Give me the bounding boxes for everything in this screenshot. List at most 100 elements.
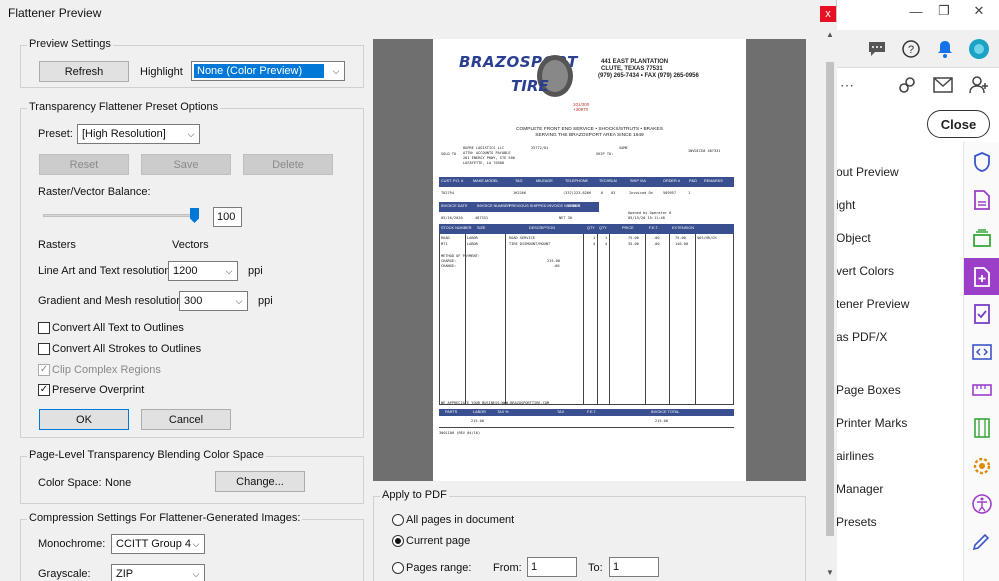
- tool-item[interactable]: ight: [836, 183, 966, 216]
- chevron-down-icon: ⌵: [235, 295, 243, 306]
- edit-pen-icon[interactable]: [970, 530, 994, 554]
- preset-select[interactable]: [High Resolution] ⌵: [77, 124, 200, 144]
- preset-options-legend: Transparency Flattener Preset Options: [27, 101, 221, 113]
- tool-item[interactable]: tener Preview: [836, 282, 966, 315]
- column-header: TAX %: [497, 410, 509, 414]
- item-cell: ROAD SERVICE: [509, 236, 535, 240]
- lineart-resolution-select[interactable]: 1200 ⌵: [168, 261, 238, 281]
- scrollbar-thumb[interactable]: [826, 62, 834, 536]
- column-header: INVOICE DATE: [441, 204, 468, 208]
- change-amount: .00: [553, 264, 560, 268]
- help-icon[interactable]: ?: [900, 38, 922, 60]
- to-page-input[interactable]: 1: [609, 557, 659, 577]
- ship-to-label: SHIP TO:: [596, 152, 614, 156]
- add-user-icon[interactable]: [968, 74, 990, 96]
- create-pdf-icon[interactable]: [970, 188, 994, 212]
- tool-item[interactable]: Presets: [836, 500, 966, 533]
- item-cell: TIRE DISMOUNT/MOUNT: [509, 242, 551, 246]
- sold-to-line: DUPRE LOGISTICS LLC: [463, 146, 505, 150]
- from-page-value: 1: [531, 561, 538, 573]
- refresh-button[interactable]: Refresh: [39, 61, 129, 82]
- close-tool-button[interactable]: Close: [927, 110, 990, 138]
- column-header: TERMS: [567, 204, 581, 208]
- tagline: COMPLETE FRONT END SERVICE • SHOCKS/STRU…: [516, 127, 663, 132]
- current-page-radio[interactable]: [392, 535, 404, 547]
- operator-note: Opened by Operator 6: [628, 211, 672, 215]
- tool-item[interactable]: as PDF/X: [836, 315, 966, 348]
- scroll-up-icon[interactable]: ▲: [823, 27, 837, 41]
- header-columns-bar: CUST. P.O. # MAKE-MODEL TAG MILEAGE TELE…: [439, 177, 734, 187]
- row-cell: 6: [601, 191, 604, 195]
- film-icon[interactable]: [970, 416, 994, 440]
- delete-preset-button[interactable]: Delete: [243, 154, 333, 175]
- protect-shield-icon[interactable]: [970, 150, 994, 174]
- measure-icon[interactable]: [970, 378, 994, 402]
- clip-complex-checkbox[interactable]: ✓: [38, 364, 50, 376]
- tool-item[interactable]: Page Boxes: [836, 368, 966, 401]
- dialog-close-icon[interactable]: x: [820, 6, 836, 22]
- table-rule: [645, 234, 646, 404]
- tool-item[interactable]: Printer Marks: [836, 401, 966, 434]
- save-preset-button[interactable]: Save: [141, 154, 231, 175]
- item-cell: 1: [593, 236, 596, 240]
- scroll-down-icon[interactable]: ▼: [823, 565, 837, 579]
- tool-item[interactable]: Object: [836, 216, 966, 249]
- restore-icon[interactable]: ❐: [924, 0, 964, 22]
- column-header: MAKE-MODEL: [473, 179, 499, 183]
- convert-strokes-checkbox[interactable]: [38, 343, 50, 355]
- window-close-icon[interactable]: ✕: [959, 0, 999, 22]
- highlight-select[interactable]: None (Color Preview) ⌵: [191, 61, 345, 81]
- dialog-scrollbar[interactable]: ▲ ▼: [823, 22, 837, 581]
- fill-sign-icon[interactable]: [970, 302, 994, 326]
- row-cell: 1: [688, 191, 691, 195]
- from-page-input[interactable]: 1: [527, 557, 577, 577]
- address-line: CLUTE, TEXAS 77531: [601, 66, 663, 72]
- convert-text-checkbox[interactable]: [38, 322, 50, 334]
- balance-slider-track[interactable]: [43, 214, 195, 217]
- all-pages-radio[interactable]: [392, 514, 404, 526]
- settings-gear-icon[interactable]: [970, 454, 994, 478]
- item-cell: ROAD: [441, 236, 450, 240]
- reset-button[interactable]: Reset: [39, 154, 129, 175]
- balance-value: 100: [217, 211, 236, 223]
- stack-icon[interactable]: [970, 226, 994, 250]
- highlight-label: Highlight: [140, 66, 183, 78]
- print-production-icon[interactable]: [964, 258, 999, 295]
- tool-item[interactable]: Manager: [836, 467, 966, 500]
- accessibility-icon[interactable]: [970, 492, 994, 516]
- lineart-unit: ppi: [248, 265, 263, 277]
- grayscale-select[interactable]: ZIP ⌵: [111, 564, 205, 581]
- email-icon[interactable]: [932, 74, 954, 96]
- tool-item[interactable]: vert Colors: [836, 249, 966, 282]
- more-icon[interactable]: ⋯: [836, 74, 858, 96]
- ok-button[interactable]: OK: [39, 409, 129, 430]
- column-header: INVOICE NUMBER: [477, 204, 511, 208]
- avatar[interactable]: [968, 38, 990, 60]
- change-color-space-button[interactable]: Change...: [215, 471, 305, 492]
- compression-legend: Compression Settings For Flattener-Gener…: [27, 512, 303, 524]
- color-space-value: None: [105, 477, 132, 489]
- preserve-overprint-checkbox[interactable]: ✓: [38, 384, 50, 396]
- blending-legend: Page-Level Transparency Blending Color S…: [27, 449, 266, 461]
- tool-item[interactable]: out Preview: [836, 150, 966, 183]
- share-link-icon[interactable]: [896, 74, 918, 96]
- address-line: 441 EAST PLANTATION: [601, 59, 669, 65]
- tool-item[interactable]: airlines: [836, 434, 966, 467]
- column-header: EXTENSION: [672, 226, 694, 230]
- gradient-resolution-select[interactable]: 300 ⌵: [179, 291, 248, 311]
- cancel-button[interactable]: Cancel: [141, 409, 231, 430]
- balance-input[interactable]: 100: [213, 207, 242, 227]
- column-header: QTY: [599, 226, 607, 230]
- to-page-value: 1: [613, 561, 620, 573]
- monochrome-select[interactable]: CCITT Group 4 ⌵: [111, 534, 205, 554]
- notification-bell-icon[interactable]: [934, 38, 956, 60]
- row-cell: Invoiced On: [629, 191, 653, 195]
- convert-strokes-label: Convert All Strokes to Outlines: [52, 343, 202, 355]
- comment-icon[interactable]: [866, 38, 888, 60]
- lineart-resolution-value: 1200: [173, 265, 198, 277]
- pages-range-radio[interactable]: [392, 562, 404, 574]
- compare-icon[interactable]: [970, 340, 994, 364]
- chevron-down-icon: ⌵: [192, 538, 200, 549]
- item-cell: 4: [605, 242, 608, 246]
- table-rule: [439, 427, 734, 428]
